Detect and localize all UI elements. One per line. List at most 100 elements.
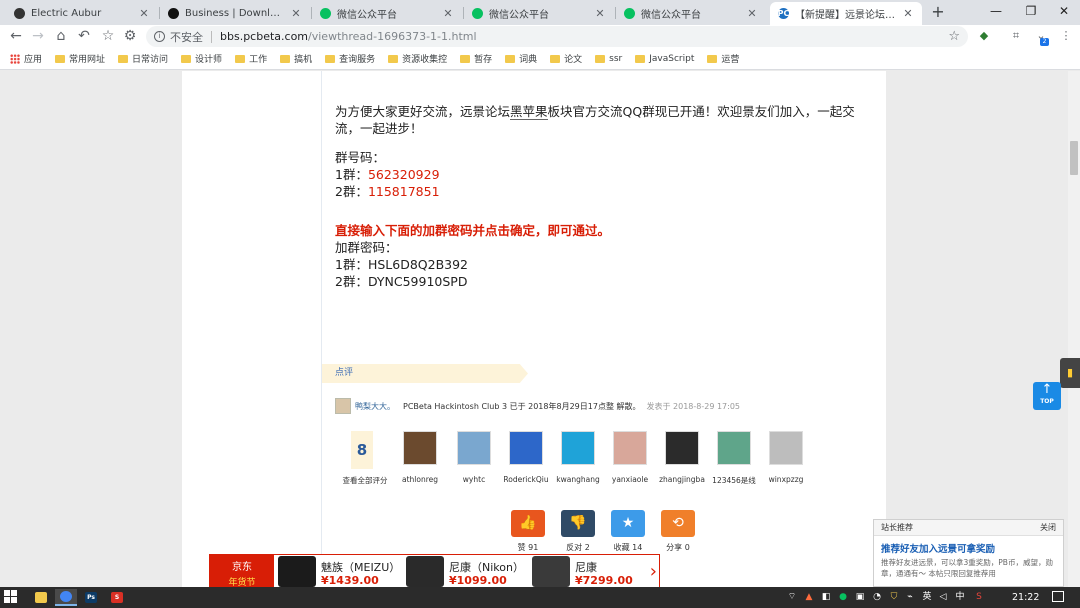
close-window-button[interactable]: ✕ (1052, 1, 1076, 21)
rater-item[interactable]: zhangjingba (655, 431, 709, 484)
new-tab-button[interactable]: + (929, 3, 947, 21)
notification-icon[interactable] (1052, 591, 1064, 602)
rating-total[interactable]: 8 (351, 431, 373, 469)
hackintosh-link[interactable]: 黑苹果 (510, 104, 548, 120)
rater-item[interactable]: wyhtc (447, 431, 501, 484)
product-image[interactable] (406, 556, 444, 587)
bookmark-folder[interactable]: 资源收集控 (388, 52, 447, 65)
product-image[interactable] (278, 556, 316, 587)
menu-icon[interactable]: ⋮ (1058, 28, 1074, 44)
usb-icon[interactable]: ▮ (1060, 358, 1080, 388)
rater-item[interactable]: RoderickQiu (499, 431, 553, 484)
bookmark-folder[interactable]: 设计师 (181, 52, 222, 65)
taskbar-file-explorer[interactable] (30, 589, 52, 606)
bookmark-star-icon[interactable]: ☆ (948, 29, 960, 44)
share-icon[interactable]: ⟲ (661, 510, 695, 537)
taskbar-photoshop[interactable]: Ps (80, 589, 102, 606)
avatar[interactable] (561, 431, 595, 465)
bookmark-folder[interactable]: 常用网址 (55, 52, 105, 65)
jd-ad-banner[interactable]: 京东 年货节 魅族（MEIZU） ¥1439.00 尼康（Nikon） ¥1099.0… (209, 554, 660, 587)
comment-tab[interactable]: 点评 (322, 364, 528, 383)
shield-icon[interactable]: ⛉ (888, 590, 900, 605)
tray-icon[interactable]: ◔ (871, 590, 883, 605)
avatar[interactable] (613, 431, 647, 465)
avatar[interactable] (457, 431, 491, 465)
volume-icon[interactable]: ◁ (937, 590, 949, 605)
like-button[interactable]: 👍 赞 91 (510, 510, 546, 553)
rater-item[interactable]: winxpzzg (759, 431, 813, 484)
sogou-icon[interactable]: S (972, 590, 986, 605)
ime-language[interactable]: 中 (953, 590, 967, 605)
tray-icon[interactable]: ▲ (803, 590, 815, 605)
rater-item[interactable]: 123456是线 (707, 431, 761, 486)
thumbs-down-icon[interactable]: 👎 (561, 510, 595, 537)
bookmark-folder[interactable]: 论文 (550, 52, 582, 65)
home-button[interactable]: ⌂ (51, 26, 71, 46)
jd-logo[interactable]: 京东 年货节 (210, 555, 274, 587)
tab-business-download[interactable]: Business | Download Free ✕ (160, 2, 310, 25)
bookmark-folder[interactable]: 搞机 (280, 52, 312, 65)
tab-pcbeta-active[interactable]: PC 【新提醒】远景论坛黑苹果 ✕ (770, 2, 922, 25)
bookmark-folder[interactable]: ssr (595, 54, 622, 64)
crop-icon[interactable]: ⌗ (1008, 28, 1024, 44)
tab-wechat-1[interactable]: 微信公众平台 ✕ (312, 2, 462, 25)
rater-item[interactable]: athlonreg (393, 431, 447, 484)
view-all-ratings-link[interactable]: 查看全部评分 (335, 475, 395, 486)
tab-wechat-3[interactable]: 微信公众平台 ✕ (616, 2, 766, 25)
close-icon[interactable]: ✕ (290, 7, 302, 20)
bookmark-folder[interactable]: JavaScript (635, 54, 694, 64)
share-button[interactable]: ⟲ 分享 0 (660, 510, 696, 553)
rater-item[interactable]: kwanghang (551, 431, 605, 484)
close-icon[interactable]: ✕ (442, 7, 454, 20)
wifi-icon[interactable]: ⌔ (786, 590, 798, 605)
bookmark-folder[interactable]: 暂存 (460, 52, 492, 65)
thumbs-up-icon[interactable]: 👍 (511, 510, 545, 537)
bookmark-folder[interactable]: 运营 (707, 52, 739, 65)
bookmark-folder[interactable]: 词典 (505, 52, 537, 65)
bookmark-folder[interactable]: 工作 (235, 52, 267, 65)
bookmark-folder[interactable]: 查询服务 (325, 52, 375, 65)
scroll-thumb[interactable] (1070, 141, 1078, 175)
clock[interactable]: 21:22 (1012, 590, 1039, 605)
extension-icon[interactable]: ◆ (976, 28, 992, 44)
avatar[interactable] (769, 431, 803, 465)
close-icon[interactable]: ✕ (594, 7, 606, 20)
back-button[interactable]: ← (6, 26, 26, 46)
popup-close-button[interactable]: 关闭 (1040, 520, 1056, 535)
ime-mode[interactable]: 英 (920, 590, 934, 605)
close-icon[interactable]: ✕ (138, 7, 150, 20)
settings-icon[interactable]: ⚙ (120, 26, 140, 46)
back-to-top-button[interactable]: ↑ TOP (1033, 382, 1061, 410)
avatar[interactable] (335, 398, 351, 414)
avatar[interactable] (717, 431, 751, 465)
rating-user-link[interactable]: 鸭梨大大。 (355, 401, 395, 412)
forward-button[interactable]: → (28, 26, 48, 46)
windows-start-icon[interactable] (4, 590, 18, 604)
taskbar-chrome[interactable] (55, 589, 77, 606)
tab-electric-auburn[interactable]: Electric Aubur ✕ (6, 2, 158, 25)
address-bar[interactable]: i 不安全 bbs.pcbeta.com /viewthread-1696373… (146, 26, 968, 47)
popup-title-link[interactable]: 推荐好友加入远景可拿奖励 (874, 536, 1063, 557)
chevron-right-icon[interactable]: › (650, 561, 657, 582)
info-icon[interactable]: i (154, 31, 165, 42)
close-icon[interactable]: ✕ (902, 7, 914, 20)
avatar[interactable] (665, 431, 699, 465)
page-scrollbar[interactable] (1068, 71, 1080, 587)
minimize-button[interactable]: — (984, 1, 1008, 21)
tray-icon[interactable]: ◧ (820, 590, 832, 605)
dislike-button[interactable]: 👎 反对 2 (560, 510, 596, 553)
close-icon[interactable]: ✕ (746, 7, 758, 20)
tray-icon[interactable]: ▣ (854, 590, 866, 605)
maximize-button[interactable]: ❐ (1019, 1, 1043, 21)
bookmark-apps[interactable]: 应用 (10, 52, 42, 65)
star-icon[interactable]: ★ (611, 510, 645, 537)
avatar[interactable] (403, 431, 437, 465)
undo-button[interactable]: ↶ (74, 26, 94, 46)
bookmark-folder[interactable]: 日常访问 (118, 52, 168, 65)
network-icon[interactable]: ⌁ (904, 590, 916, 605)
tab-wechat-2[interactable]: 微信公众平台 ✕ (464, 2, 614, 25)
bookmark-star-button[interactable]: ☆ (98, 26, 118, 46)
taskbar-wps[interactable]: S (106, 589, 128, 606)
wechat-tray-icon[interactable]: ● (837, 590, 849, 605)
favorite-button[interactable]: ★ 收藏 14 (610, 510, 646, 553)
